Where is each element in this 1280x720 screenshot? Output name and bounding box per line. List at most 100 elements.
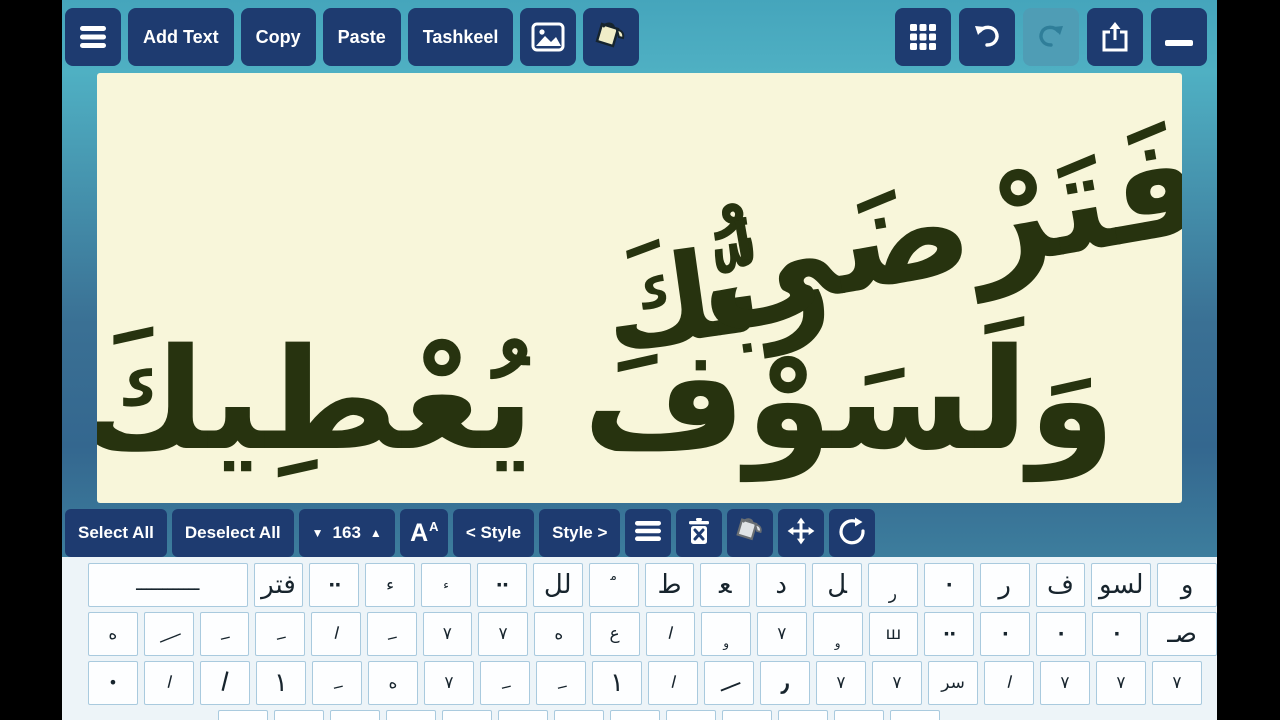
move-button[interactable] [778, 509, 825, 557]
glyph-key[interactable]: · [1035, 612, 1086, 656]
glyph-key[interactable]: ا [144, 661, 194, 705]
size-stepper[interactable]: ▼ 163 ▲ [298, 509, 395, 557]
glyph-key[interactable]: ــ [199, 612, 250, 656]
glyph-key[interactable]: · [923, 563, 974, 607]
glyph-key[interactable]: ٧ [422, 612, 473, 656]
redo-button[interactable] [1023, 8, 1079, 66]
glyph-key[interactable] [722, 710, 772, 720]
style-next-button[interactable]: Style > [539, 509, 621, 557]
glyph-key[interactable]: ·· [309, 563, 360, 607]
glyph-key[interactable]: ﻌ [700, 563, 751, 607]
glyph-key[interactable]: ــــــــــــ [88, 563, 248, 607]
glyph-key[interactable]: ﻞ [812, 563, 862, 607]
menu-button[interactable] [65, 8, 121, 66]
glyph-key[interactable]: ع [589, 612, 640, 656]
grid-button[interactable] [895, 8, 951, 66]
glyph-key[interactable]: ٧ [1096, 661, 1146, 705]
calligraphy-word[interactable]: فَتَرْضَىٰ [682, 101, 1182, 351]
glyph-key[interactable]: ــ [255, 612, 305, 656]
tashkeel-button[interactable]: Tashkeel [407, 8, 514, 66]
font-size-button[interactable]: AA [399, 509, 448, 557]
glyph-key[interactable]: ١ [256, 661, 306, 705]
glyph-key[interactable]: ·· [476, 563, 527, 607]
glyph-key[interactable]: ٧ [424, 661, 474, 705]
paste-button[interactable]: Paste [322, 8, 401, 66]
glyph-key[interactable]: ه [368, 661, 418, 705]
glyph-key[interactable]: و [1157, 563, 1218, 607]
glyph: ء [386, 574, 395, 595]
glyph-key[interactable]: سر [928, 661, 978, 705]
glyph-key[interactable]: ل [834, 710, 884, 720]
glyph-key[interactable] [890, 710, 940, 720]
add-text-button[interactable]: Add Text [128, 8, 234, 66]
glyph-key[interactable]: ل [442, 710, 492, 720]
glyph-key[interactable]: ر [867, 563, 918, 607]
glyph-key[interactable]: ء [421, 563, 471, 607]
glyph-key[interactable]: ٧ [757, 612, 807, 656]
glyph-key[interactable]: ٧ [1152, 661, 1202, 705]
glyph-key[interactable] [610, 710, 660, 720]
glyph-key[interactable]: ١ [592, 661, 642, 705]
glyph-key[interactable]: ــ [312, 661, 362, 705]
glyph-key[interactable]: ه [534, 612, 584, 656]
glyph-key[interactable]: · [980, 612, 1030, 656]
deselect-all-button[interactable]: Deselect All [171, 509, 294, 557]
calligraphy-word[interactable]: وَلَسَوْفَ يُعْطِيكَ [97, 315, 1115, 483]
glyph-key[interactable]: ٫ [760, 661, 810, 705]
glyph-key[interactable] [666, 710, 716, 720]
glyph-key[interactable]: ا [311, 612, 361, 656]
glyph-key[interactable]: ا [274, 710, 324, 720]
copy-button[interactable]: Copy [240, 8, 316, 66]
fill-color-button-2[interactable] [727, 509, 774, 557]
glyph-key[interactable]: ٧ [816, 661, 866, 705]
glyph-key[interactable]: ﻣ [588, 563, 639, 607]
glyph-key[interactable]: لسو [1091, 563, 1152, 607]
glyph-key[interactable] [778, 710, 828, 720]
glyph-key[interactable]: و [701, 612, 751, 656]
glyph-key[interactable] [554, 710, 604, 720]
glyph-key[interactable]: و [812, 612, 863, 656]
glyph-key[interactable]: ط [644, 563, 695, 607]
glyph-key[interactable]: ل [498, 710, 548, 720]
share-button[interactable] [1087, 8, 1143, 66]
minimize-button[interactable] [1151, 8, 1207, 66]
glyph-key[interactable]: لل [532, 563, 583, 607]
size-decrease-arrow[interactable]: ▼ [312, 526, 324, 540]
delete-button[interactable] [676, 509, 723, 557]
glyph-key[interactable]: ف [1035, 563, 1086, 607]
glyph-key[interactable]: ــــ [704, 661, 754, 705]
glyph-key[interactable]: ا [645, 612, 696, 656]
glyph-key[interactable]: ٧ [478, 612, 528, 656]
glyph-key[interactable]: ٧ [872, 661, 922, 705]
glyph-key[interactable]: د [756, 563, 807, 607]
calligraphy-canvas[interactable]: وَلَسَوْفَ يُعْطِيكَ رَبُّكَ فَتَرْضَىٰ [97, 73, 1182, 503]
glyph-key[interactable]: ٧ [1040, 661, 1090, 705]
glyph-key[interactable]: ل [218, 710, 268, 720]
glyph-key[interactable]: ر [979, 563, 1030, 607]
fill-color-button[interactable] [583, 8, 640, 66]
size-increase-arrow[interactable]: ▲ [370, 526, 382, 540]
glyph-key[interactable]: ·· [924, 612, 974, 656]
style-prev-button[interactable]: < Style [452, 509, 535, 557]
insert-image-button[interactable] [520, 8, 577, 66]
glyph-key[interactable]: ء [365, 563, 416, 607]
glyph-key[interactable]: صـ [1147, 612, 1217, 656]
glyph-menu-button[interactable] [625, 509, 672, 557]
rotate-button[interactable] [829, 509, 876, 557]
glyph-key[interactable] [330, 710, 380, 720]
glyph-key[interactable]: ه [88, 612, 138, 656]
glyph-key[interactable]: فتر [253, 563, 304, 607]
select-all-button[interactable]: Select All [65, 509, 167, 557]
undo-button[interactable] [959, 8, 1015, 66]
glyph-key[interactable]: ا [648, 661, 698, 705]
glyph-key[interactable] [386, 710, 436, 720]
glyph-key[interactable]: ــ [536, 661, 586, 705]
glyph-key[interactable]: ш [868, 612, 919, 656]
glyph-key[interactable]: ا [200, 661, 250, 705]
glyph-key[interactable]: ــ [366, 612, 417, 656]
glyph-key[interactable]: ا [984, 661, 1034, 705]
glyph-key[interactable]: ـــــ [143, 612, 194, 656]
glyph-key[interactable]: ــ [480, 661, 530, 705]
glyph-key[interactable]: · [1091, 612, 1142, 656]
glyph-key[interactable]: • [88, 661, 138, 705]
